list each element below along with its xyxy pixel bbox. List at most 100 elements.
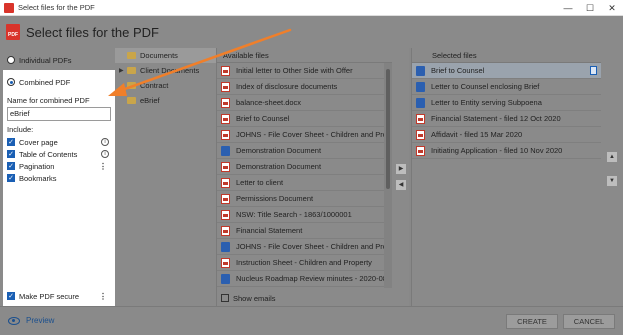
scrollbar-thumb[interactable] bbox=[386, 69, 390, 189]
list-item[interactable]: Instruction Sheet - Children and Propert… bbox=[217, 255, 392, 271]
list-item[interactable]: Demonstration Document bbox=[217, 159, 392, 175]
make-pdf-secure-checkbox[interactable]: ✓ bbox=[7, 292, 15, 300]
file-name: Initiating Application - filed 10 Nov 20… bbox=[431, 146, 563, 155]
preview-label: Preview bbox=[26, 316, 55, 325]
cancel-button[interactable]: CANCEL bbox=[563, 314, 615, 329]
create-button[interactable]: CREATE bbox=[506, 314, 558, 329]
pdf-file-icon bbox=[221, 209, 230, 220]
tree-item-documents[interactable]: Documents bbox=[115, 48, 216, 63]
pdf-file-icon bbox=[221, 97, 230, 108]
transfer-controls: ▶ ◀ bbox=[392, 48, 409, 306]
file-name: Brief to Counsel bbox=[236, 114, 290, 123]
combined-pdf-panel: Combined PDF Name for combined PDF eBrie… bbox=[3, 70, 115, 306]
file-name: Brief to Counsel bbox=[431, 66, 485, 75]
cover-page-checkbox[interactable]: ✓ bbox=[7, 138, 15, 146]
file-name: JOHNS - File Cover Sheet - Children and … bbox=[236, 130, 392, 139]
file-name: JOHNS - File Cover Sheet - Children and … bbox=[236, 242, 392, 251]
pdf-file-icon bbox=[416, 145, 425, 156]
page-icon[interactable] bbox=[590, 66, 597, 75]
word-file-icon bbox=[221, 145, 230, 156]
pdf-file-icon bbox=[221, 81, 230, 92]
maximize-button[interactable]: ☐ bbox=[579, 0, 601, 16]
show-emails-checkbox[interactable] bbox=[221, 294, 229, 302]
include-pagination[interactable]: ✓ Pagination ⋮ bbox=[3, 160, 115, 172]
move-up-button[interactable]: ▲ bbox=[607, 152, 617, 162]
chevron-right-icon[interactable]: ▶ bbox=[119, 67, 125, 74]
tree-item-contract[interactable]: Contract bbox=[115, 78, 216, 93]
file-name: Index of disclosure documents bbox=[236, 82, 338, 91]
dialog-header: PDF Select files for the PDF bbox=[0, 16, 623, 48]
list-item[interactable]: Letter to client bbox=[217, 175, 392, 191]
combined-name-input[interactable]: eBrief bbox=[7, 107, 111, 121]
word-file-icon bbox=[221, 241, 230, 252]
file-name: Instruction Sheet - Children and Propert… bbox=[236, 258, 372, 267]
info-icon[interactable]: i bbox=[101, 138, 109, 146]
list-item[interactable]: Affidavit - filed 15 Mar 2020 bbox=[412, 127, 601, 143]
list-item[interactable]: NSW: Title Search - 1863/1000001 bbox=[217, 207, 392, 223]
individual-pdfs-label: Individual PDFs bbox=[19, 55, 72, 65]
add-to-selected-button[interactable]: ▶ bbox=[396, 164, 406, 174]
list-item[interactable]: Nucleus Roadmap Review minutes - 2020-08… bbox=[217, 271, 392, 287]
list-item[interactable]: Index of disclosure documents bbox=[217, 79, 392, 95]
pdf-icon: PDF bbox=[6, 24, 20, 40]
list-item[interactable]: Initial letter to Other Side with Offer bbox=[217, 63, 392, 79]
include-bookmarks[interactable]: ✓ Bookmarks bbox=[3, 172, 115, 184]
pdf-file-icon bbox=[221, 65, 230, 76]
include-table-of-contents[interactable]: ✓ Table of Contents i bbox=[3, 148, 115, 160]
table-of-contents-checkbox[interactable]: ✓ bbox=[7, 150, 15, 158]
file-name: Permissions Document bbox=[236, 194, 314, 203]
reorder-controls: ▲ ▼ bbox=[601, 48, 623, 306]
tree-item-label: Documents bbox=[140, 51, 178, 60]
make-pdf-secure-label: Make PDF secure bbox=[19, 291, 80, 301]
list-item[interactable]: Letter to Entity serving Subpoena bbox=[412, 95, 601, 111]
pdf-file-icon bbox=[221, 161, 230, 172]
minimize-button[interactable]: — bbox=[557, 0, 579, 16]
list-item[interactable]: JOHNS - File Cover Sheet - Children and … bbox=[217, 239, 392, 255]
combined-pdf-label: Combined PDF bbox=[19, 77, 71, 87]
available-files-list: Available files Initial letter to Other … bbox=[217, 48, 392, 306]
more-options-icon[interactable]: ⋮ bbox=[99, 162, 107, 171]
bookmarks-label: Bookmarks bbox=[19, 173, 57, 183]
list-item[interactable]: balance-sheet.docx bbox=[217, 95, 392, 111]
folder-icon bbox=[127, 52, 136, 59]
file-name: Letter to Counsel enclosing Brief bbox=[431, 82, 540, 91]
individual-pdfs-radio[interactable] bbox=[7, 56, 15, 64]
selected-files-header: Selected files bbox=[412, 48, 601, 63]
preview-button[interactable]: Preview bbox=[8, 316, 54, 325]
available-files-scrollbar[interactable] bbox=[384, 63, 392, 288]
tree-item-client-documents[interactable]: ▶ Client Documents bbox=[115, 63, 216, 78]
window-controls: — ☐ ✕ bbox=[557, 0, 623, 16]
list-item[interactable]: Brief to Counsel bbox=[412, 63, 601, 79]
file-name: Letter to client bbox=[236, 178, 284, 187]
close-button[interactable]: ✕ bbox=[601, 0, 623, 16]
move-down-button[interactable]: ▼ bbox=[607, 176, 617, 186]
show-emails-option[interactable]: Show emails bbox=[217, 290, 392, 306]
folder-icon bbox=[127, 67, 136, 74]
list-item[interactable]: Financial Statement - filed 12 Oct 2020 bbox=[412, 111, 601, 127]
file-name: Demonstration Document bbox=[236, 162, 322, 171]
combined-pdf-radio[interactable] bbox=[7, 78, 15, 86]
more-options-icon[interactable]: ⋮ bbox=[99, 292, 107, 301]
window-titlebar: Select files for the PDF — ☐ ✕ bbox=[0, 0, 623, 16]
list-item[interactable]: JOHNS - File Cover Sheet - Children and … bbox=[217, 127, 392, 143]
tree-item-ebrief[interactable]: eBrief bbox=[115, 93, 216, 108]
list-item[interactable]: Initiating Application - filed 10 Nov 20… bbox=[412, 143, 601, 159]
folder-icon bbox=[127, 82, 136, 89]
list-item[interactable]: Demonstration Document bbox=[217, 143, 392, 159]
list-item[interactable]: Financial Statement bbox=[217, 223, 392, 239]
word-file-icon bbox=[416, 97, 425, 108]
remove-from-selected-button[interactable]: ◀ bbox=[396, 180, 406, 190]
include-label: Include: bbox=[7, 125, 34, 134]
include-cover-page[interactable]: ✓ Cover page i bbox=[3, 136, 115, 148]
pagination-checkbox[interactable]: ✓ bbox=[7, 162, 15, 170]
selected-files-list: Selected files Brief to Counsel Letter t… bbox=[411, 48, 601, 306]
info-icon[interactable]: i bbox=[101, 150, 109, 158]
individual-pdfs-option[interactable]: Individual PDFs bbox=[0, 52, 115, 68]
list-item[interactable]: Permissions Document bbox=[217, 191, 392, 207]
list-item[interactable]: Letter to Counsel enclosing Brief bbox=[412, 79, 601, 95]
bookmarks-checkbox[interactable]: ✓ bbox=[7, 174, 15, 182]
combined-pdf-option[interactable]: Combined PDF bbox=[3, 74, 115, 90]
make-pdf-secure-option[interactable]: ✓ Make PDF secure ⋮ bbox=[3, 290, 115, 302]
list-item[interactable]: Brief to Counsel bbox=[217, 111, 392, 127]
pdf-file-icon bbox=[221, 129, 230, 140]
